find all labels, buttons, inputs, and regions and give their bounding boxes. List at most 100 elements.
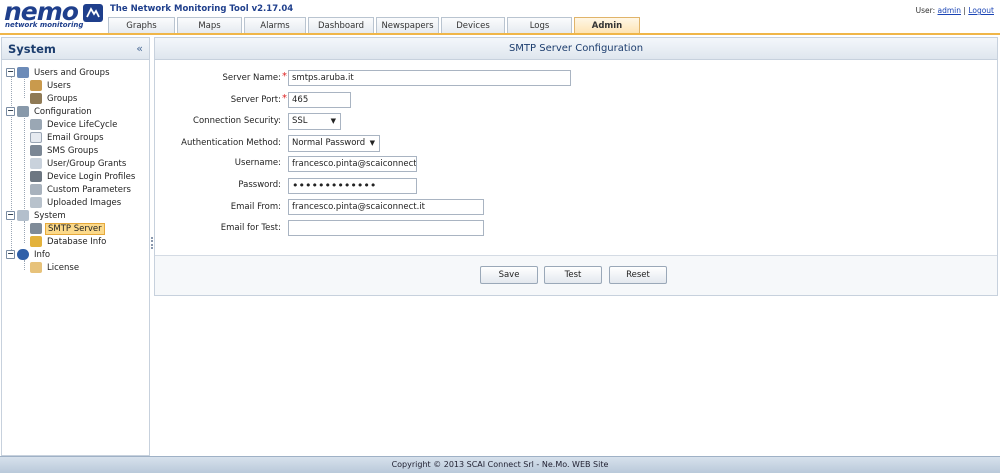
select-value: Normal Password <box>292 138 366 148</box>
tree-node-groups[interactable]: Groups <box>30 92 79 105</box>
collapse-toggle-icon[interactable]: − <box>6 68 15 77</box>
username-input[interactable]: francesco.pinta@scaiconnect. <box>288 156 417 172</box>
tree-connector <box>11 73 12 258</box>
tree-node-email-groups[interactable]: Email Groups <box>30 131 106 144</box>
tree-node-label: Configuration <box>34 106 92 117</box>
password-input[interactable]: ••••••••••••• <box>288 178 417 194</box>
tree-node-smtp-server[interactable]: SMTP Server <box>30 222 105 235</box>
auth-method-select[interactable]: Normal Password ▼ <box>288 135 380 152</box>
collapse-toggle-icon[interactable]: − <box>6 211 15 220</box>
email-icon <box>30 132 42 143</box>
user-label: User: <box>915 6 936 15</box>
tree-node-label: Custom Parameters <box>47 184 131 195</box>
email-from-label: Email From: <box>230 202 281 212</box>
grants-icon <box>30 158 42 169</box>
username-link[interactable]: admin <box>938 6 962 15</box>
tree-node-label: System <box>34 210 66 221</box>
user-icon <box>30 80 42 91</box>
reset-button[interactable]: Reset <box>609 266 667 284</box>
tree-node-users[interactable]: Users <box>30 79 73 92</box>
tab-newspapers[interactable]: Newspapers <box>376 17 439 34</box>
tab-maps[interactable]: Maps <box>177 17 242 34</box>
tree-node-system[interactable]: − System <box>6 209 68 222</box>
panel-splitter-handle[interactable] <box>151 237 153 249</box>
server-name-input[interactable]: smtps.aruba.it <box>288 70 571 86</box>
tree-node-label: Database Info <box>47 236 107 247</box>
server-port-input[interactable]: 465 <box>288 92 351 108</box>
tab-devices[interactable]: Devices <box>441 17 505 34</box>
footer: Copyright © 2013 SCAI Connect Srl - Ne.M… <box>0 456 1000 473</box>
tree-node-label: Info <box>34 249 51 260</box>
tree-node-label: Users <box>47 80 71 91</box>
tree-node-label: Device LifeCycle <box>47 119 118 130</box>
tab-admin[interactable]: Admin <box>574 17 640 34</box>
email-test-input[interactable] <box>288 220 484 236</box>
tree-node-uploaded-images[interactable]: Uploaded Images <box>30 196 123 209</box>
tree-node-label: Email Groups <box>47 132 104 143</box>
username-label: Username: <box>234 158 281 168</box>
tree-node-license[interactable]: License <box>30 261 81 274</box>
tree-node-label: SMTP Server <box>45 222 105 235</box>
users-groups-icon <box>17 67 29 78</box>
tree-node-label: User/Group Grants <box>47 158 127 169</box>
password-label: Password: <box>238 180 281 190</box>
tree-node-users-and-groups[interactable]: − Users and Groups <box>6 66 112 79</box>
header-rule <box>0 33 1000 35</box>
main-tabs: Graphs Maps Alarms Dashboard Newspapers … <box>108 17 642 34</box>
sidebar-header: System « <box>2 38 149 60</box>
nemo-logo[interactable]: nemo network monitoring <box>4 0 103 31</box>
auth-method-label: Authentication Method: <box>181 138 281 148</box>
tab-dashboard[interactable]: Dashboard <box>308 17 374 34</box>
login-profile-icon <box>30 171 42 182</box>
database-icon <box>30 236 42 247</box>
tree-connector <box>24 221 25 243</box>
system-icon <box>17 210 29 221</box>
sms-icon <box>30 145 42 156</box>
logout-link[interactable]: Logout <box>968 6 994 15</box>
tree-node-custom-parameters[interactable]: Custom Parameters <box>30 183 133 196</box>
info-icon <box>17 249 29 260</box>
tree-node-label: Groups <box>47 93 78 104</box>
chevron-down-icon: ▼ <box>369 139 375 147</box>
license-icon <box>30 262 42 273</box>
logo-subtitle: network monitoring <box>5 21 84 29</box>
form-button-bar: Save Test Reset <box>155 255 997 295</box>
tree-node-info[interactable]: − Info <box>6 248 52 261</box>
panel-title: SMTP Server Configuration <box>155 38 997 60</box>
tree-node-label: Uploaded Images <box>47 197 122 208</box>
images-icon <box>30 197 42 208</box>
user-separator: | <box>963 6 966 15</box>
tree-node-device-login-profiles[interactable]: Device Login Profiles <box>30 170 137 183</box>
tab-graphs[interactable]: Graphs <box>108 17 175 34</box>
collapse-toggle-icon[interactable]: − <box>6 250 15 259</box>
tree-connector <box>24 260 25 270</box>
tree-node-user-group-grants[interactable]: User/Group Grants <box>30 157 128 170</box>
tree-connector <box>24 116 25 217</box>
server-name-label: Server Name: <box>222 73 281 83</box>
smtp-config-panel: SMTP Server Configuration Server Name: *… <box>154 37 998 296</box>
save-button[interactable]: Save <box>480 266 538 284</box>
collapse-sidebar-button[interactable]: « <box>136 42 143 55</box>
group-icon <box>30 93 42 104</box>
tab-alarms[interactable]: Alarms <box>244 17 306 34</box>
tree-node-label: Users and Groups <box>34 67 110 78</box>
server-port-label: Server Port: <box>230 95 281 105</box>
email-from-input[interactable]: francesco.pinta@scaiconnect.it <box>288 199 484 215</box>
configuration-icon <box>17 106 29 117</box>
smtp-server-icon <box>30 223 42 234</box>
device-lifecycle-icon <box>30 119 42 130</box>
user-info: User: admin | Logout <box>916 6 994 15</box>
parameters-icon <box>30 184 42 195</box>
connection-security-select[interactable]: SSL ▼ <box>288 113 341 130</box>
tree-node-device-lifecycle[interactable]: Device LifeCycle <box>30 118 119 131</box>
test-button[interactable]: Test <box>544 266 602 284</box>
collapse-toggle-icon[interactable]: − <box>6 107 15 116</box>
tab-logs[interactable]: Logs <box>507 17 572 34</box>
tree-node-label: License <box>47 262 80 273</box>
tree-node-database-info[interactable]: Database Info <box>30 235 108 248</box>
tree-connector <box>24 76 25 98</box>
tree-node-sms-groups[interactable]: SMS Groups <box>30 144 100 157</box>
logo-mark-icon <box>83 4 103 22</box>
connection-security-label: Connection Security: <box>193 116 281 126</box>
tree-node-configuration[interactable]: − Configuration <box>6 105 94 118</box>
